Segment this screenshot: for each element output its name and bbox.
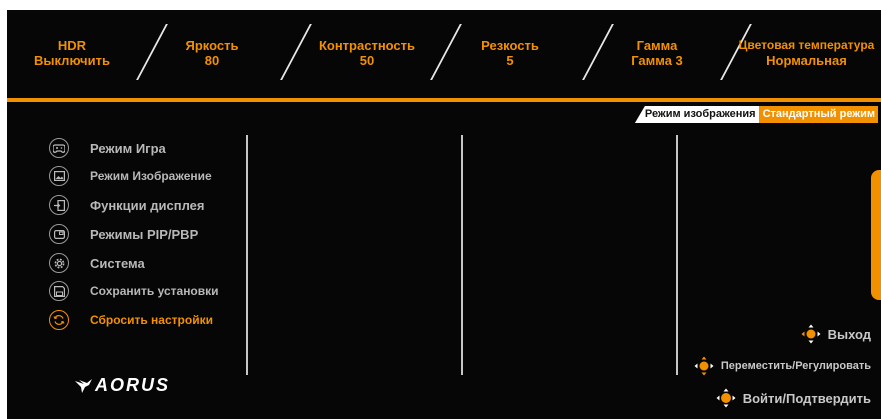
aorus-logo: AORUS — [75, 375, 170, 396]
menu-item-label: Система — [90, 255, 145, 271]
status-value: 50 — [359, 53, 375, 68]
gear-icon — [49, 253, 69, 273]
menu-item-label: Режим Игра — [90, 140, 166, 156]
picture-icon — [49, 166, 69, 186]
hint-label: Выход — [827, 326, 871, 342]
status-value: Гамма 3 — [631, 53, 683, 68]
status-brightness: Яркость 80 — [137, 38, 287, 68]
column-divider — [461, 135, 463, 375]
status-sharpness: Резкость 5 — [435, 38, 585, 68]
status-value: Нормальная — [766, 53, 847, 68]
menu-item-label: Режимы PIP/PBP — [90, 226, 199, 242]
hint-enter-confirm: Войти/Подтвердить — [715, 387, 871, 409]
hint-label: Переместить/Регулировать — [720, 360, 871, 372]
status-label: Контрастность — [318, 38, 416, 53]
orange-divider — [7, 98, 881, 102]
save-icon — [49, 281, 69, 301]
status-label: Яркость — [185, 38, 239, 53]
menu-item-save-settings[interactable]: Сохранить установки — [49, 278, 219, 304]
column-divider — [676, 135, 678, 375]
menu-item-system[interactable]: Система — [49, 250, 145, 276]
gamepad-icon — [49, 138, 69, 158]
status-contrast: Контрастность 50 — [292, 38, 442, 68]
status-value: Выключить — [34, 53, 110, 68]
picture-mode-value: Стандартный режим — [759, 106, 878, 123]
hint-move-adjust: Переместить/Регулировать — [693, 355, 871, 377]
status-value: 5 — [506, 53, 514, 68]
menu-item-reset[interactable]: Сбросить настройки — [49, 307, 213, 333]
joystick-press-icon — [716, 388, 736, 408]
column-divider — [246, 135, 248, 375]
menu-item-label: Сбросить настройки — [90, 313, 213, 327]
menu-item-label: Функции дисплея — [90, 197, 205, 213]
menu-item-picture-mode[interactable]: Режим Изображение — [49, 163, 212, 189]
menu-item-game-mode[interactable]: Режим Игра — [49, 135, 166, 161]
status-value: 80 — [204, 53, 220, 68]
hint-label: Войти/Подтвердить — [742, 390, 871, 406]
status-gamma: Гамма Гамма 3 — [582, 38, 732, 68]
hint-exit: Выход — [800, 323, 871, 345]
osd-window: HDR Выключить Яркость 80 Контрастность 5… — [7, 10, 881, 419]
joystick-left-icon — [801, 324, 821, 344]
joystick-move-icon — [694, 356, 714, 376]
aorus-eagle-icon — [75, 378, 92, 393]
pip-icon — [49, 224, 69, 244]
status-label: Резкость — [481, 38, 539, 53]
status-label: Гамма — [636, 38, 678, 53]
status-bar: HDR Выключить Яркость 80 Контрастность 5… — [7, 10, 881, 98]
picture-mode-bar: Режим изображения Стандартный режим — [634, 106, 878, 123]
menu-item-pip-pbp[interactable]: Режимы PIP/PBP — [49, 221, 198, 247]
reset-icon — [49, 310, 69, 330]
status-label: Цветовая температура — [738, 38, 875, 52]
status-color-temp: Цветовая температура Нормальная — [734, 38, 879, 68]
aorus-logo-text: AORUS — [95, 375, 171, 395]
status-hdr: HDR Выключить — [7, 38, 147, 68]
menu-item-label: Сохранить установки — [90, 284, 219, 298]
menu-item-label: Режим Изображение — [90, 169, 212, 183]
picture-mode-label: Режим изображения — [634, 106, 760, 123]
menu-item-display[interactable]: Функции дисплея — [49, 192, 205, 218]
display-input-icon — [49, 195, 69, 215]
status-label: HDR — [57, 38, 87, 53]
scroll-indicator — [871, 170, 881, 300]
